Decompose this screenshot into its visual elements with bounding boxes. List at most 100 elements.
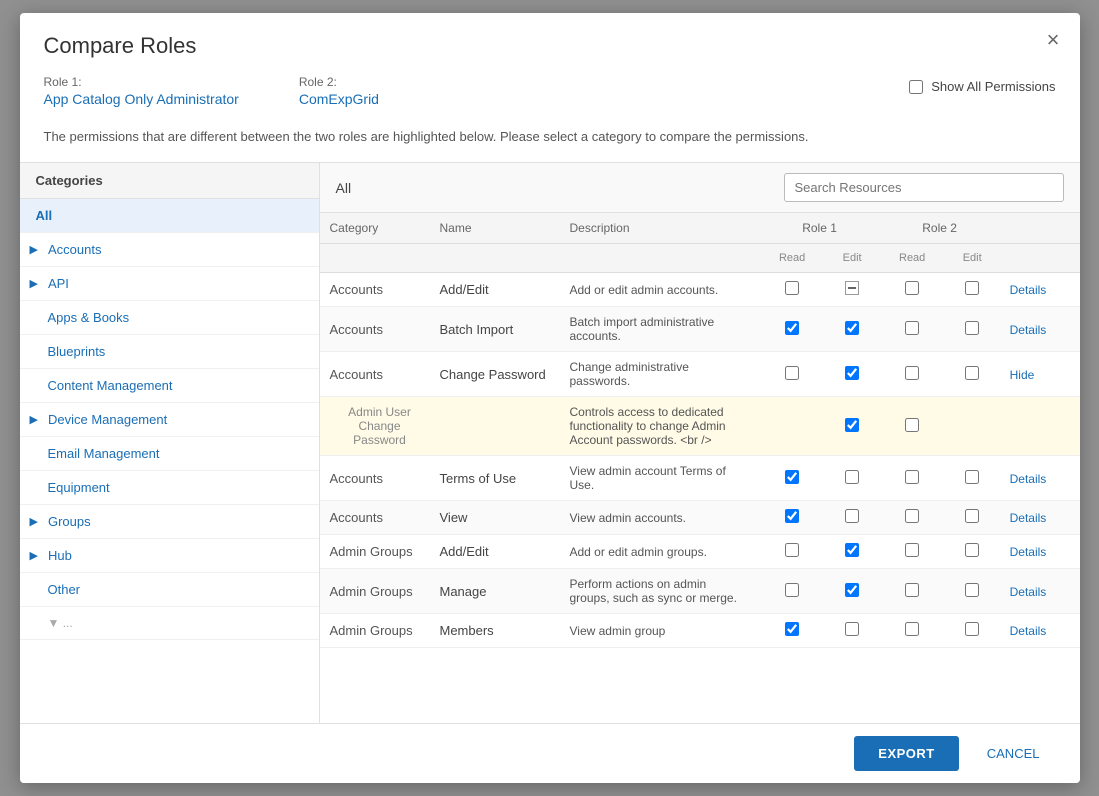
- row-name: View: [430, 501, 560, 535]
- checkbox-role2-read[interactable]: [905, 470, 919, 484]
- row-role1-edit: [825, 273, 880, 307]
- details-link[interactable]: Details: [1010, 624, 1047, 638]
- sidebar-item-blueprints[interactable]: Blueprints: [20, 335, 319, 369]
- th-role2-edit: Edit: [945, 244, 1000, 273]
- checkbox-role1-read[interactable]: [785, 543, 799, 557]
- row-role1-edit: [825, 535, 880, 569]
- checkbox-role1-edit[interactable]: [845, 418, 859, 432]
- checkbox-role2-read[interactable]: [905, 366, 919, 380]
- checkbox-role1-read[interactable]: [785, 622, 799, 636]
- row-action: Details: [1000, 535, 1080, 569]
- show-all-permissions-label[interactable]: Show All Permissions: [931, 79, 1055, 94]
- checkbox-role1-read[interactable]: [785, 470, 799, 484]
- details-link[interactable]: Details: [1010, 511, 1047, 525]
- sidebar-item-groups[interactable]: ▶ Groups: [20, 505, 319, 539]
- compare-roles-modal: Compare Roles × Role 1: App Catalog Only…: [20, 13, 1080, 783]
- details-link[interactable]: Details: [1010, 545, 1047, 559]
- sidebar-item-hub[interactable]: ▶ Hub: [20, 539, 319, 573]
- sidebar-item-equipment[interactable]: Equipment: [20, 471, 319, 505]
- hide-link[interactable]: Hide: [1010, 368, 1035, 382]
- cancel-button[interactable]: CANCEL: [971, 736, 1056, 771]
- role1-value[interactable]: App Catalog Only Administrator: [44, 91, 239, 107]
- th-name: Name: [430, 213, 560, 244]
- details-link[interactable]: Details: [1010, 585, 1047, 599]
- export-button[interactable]: EXPORT: [854, 736, 958, 771]
- roles-row: Role 1: App Catalog Only Administrator R…: [44, 75, 1056, 107]
- show-all-permissions-checkbox[interactable]: [909, 80, 923, 94]
- row-name: [430, 397, 560, 456]
- row-role1-edit: [825, 501, 880, 535]
- row-description: Batch import administrative accounts.: [560, 307, 760, 352]
- checkbox-role2-edit[interactable]: [965, 321, 979, 335]
- th-role1-edit: Edit: [825, 244, 880, 273]
- sidebar-item-api[interactable]: ▶ API: [20, 267, 319, 301]
- close-button[interactable]: ×: [1047, 29, 1060, 51]
- row-category: Accounts: [320, 352, 430, 397]
- checkbox-role2-edit[interactable]: [965, 583, 979, 597]
- content-title: All: [336, 180, 352, 196]
- checkbox-role1-read[interactable]: [785, 583, 799, 597]
- checkbox-role1-read[interactable]: [785, 509, 799, 523]
- show-all-permissions: Show All Permissions: [909, 79, 1055, 94]
- checkbox-role1-edit[interactable]: [845, 366, 859, 380]
- row-action: Details: [1000, 501, 1080, 535]
- th-role1: Role 1: [760, 213, 880, 244]
- role2-value[interactable]: ComExpGrid: [299, 91, 379, 107]
- checkbox-role2-read[interactable]: [905, 321, 919, 335]
- sidebar-item-other[interactable]: Other: [20, 573, 319, 607]
- checkbox-role2-read[interactable]: [905, 509, 919, 523]
- checkbox-role1-read[interactable]: [785, 281, 799, 295]
- checkbox-role1-edit[interactable]: [845, 470, 859, 484]
- checkbox-role2-edit[interactable]: [965, 281, 979, 295]
- row-role1-read: [760, 614, 825, 648]
- row-description: Change administrative passwords.: [560, 352, 760, 397]
- table-row: Accounts Terms of Use View admin account…: [320, 456, 1080, 501]
- checkbox-role1-edit[interactable]: [845, 321, 859, 335]
- checkbox-role1-edit[interactable]: [845, 543, 859, 557]
- arrow-icon-groups: ▶: [30, 515, 38, 528]
- row-action: Details: [1000, 569, 1080, 614]
- row-description: Add or edit admin accounts.: [560, 273, 760, 307]
- checkbox-role2-read[interactable]: [905, 418, 919, 432]
- checkbox-role2-edit[interactable]: [965, 470, 979, 484]
- role2-label: Role 2:: [299, 75, 379, 89]
- content-area: All Category Name Description Role 1 Rol…: [320, 163, 1080, 723]
- table-row: Accounts Add/Edit Add or edit admin acco…: [320, 273, 1080, 307]
- role1-label: Role 1:: [44, 75, 239, 89]
- details-link[interactable]: Details: [1010, 283, 1047, 297]
- modal-header: Compare Roles × Role 1: App Catalog Only…: [20, 13, 1080, 163]
- row-role2-read: [880, 456, 945, 501]
- checkbox-role1-read[interactable]: [785, 321, 799, 335]
- checkbox-role1-edit[interactable]: [845, 622, 859, 636]
- row-action: [1000, 397, 1080, 456]
- checkbox-role2-edit[interactable]: [965, 366, 979, 380]
- details-link[interactable]: Details: [1010, 472, 1047, 486]
- sidebar-header: Categories: [20, 163, 319, 199]
- search-resources-input[interactable]: [784, 173, 1064, 202]
- checkbox-role2-edit[interactable]: [965, 509, 979, 523]
- sidebar-item-all[interactable]: All: [20, 199, 319, 233]
- checkbox-role1-edit[interactable]: [845, 583, 859, 597]
- sidebar-item-device-management[interactable]: ▶ Device Management: [20, 403, 319, 437]
- checkbox-role1-read[interactable]: [785, 366, 799, 380]
- checkbox-role2-edit[interactable]: [965, 543, 979, 557]
- arrow-icon-hub: ▶: [30, 549, 38, 562]
- row-role2-edit: [945, 569, 1000, 614]
- checkbox-role2-read[interactable]: [905, 543, 919, 557]
- modal-body: Categories All ▶ Accounts ▶ API Apps & B…: [20, 163, 1080, 723]
- checkbox-role2-read[interactable]: [905, 281, 919, 295]
- row-role1-read: [760, 273, 825, 307]
- row-name: Members: [430, 614, 560, 648]
- checkbox-role1-edit[interactable]: [845, 509, 859, 523]
- sidebar-item-more[interactable]: ▼ ...: [20, 607, 319, 640]
- sidebar-item-apps-books[interactable]: Apps & Books: [20, 301, 319, 335]
- row-category: Accounts: [320, 456, 430, 501]
- sidebar-item-content-management[interactable]: Content Management: [20, 369, 319, 403]
- sidebar-item-accounts[interactable]: ▶ Accounts: [20, 233, 319, 267]
- checkbox-role2-read[interactable]: [905, 583, 919, 597]
- sidebar-item-email-management[interactable]: Email Management: [20, 437, 319, 471]
- table-row: Accounts Batch Import Batch import admin…: [320, 307, 1080, 352]
- details-link[interactable]: Details: [1010, 323, 1047, 337]
- checkbox-role2-read[interactable]: [905, 622, 919, 636]
- checkbox-role2-edit[interactable]: [965, 622, 979, 636]
